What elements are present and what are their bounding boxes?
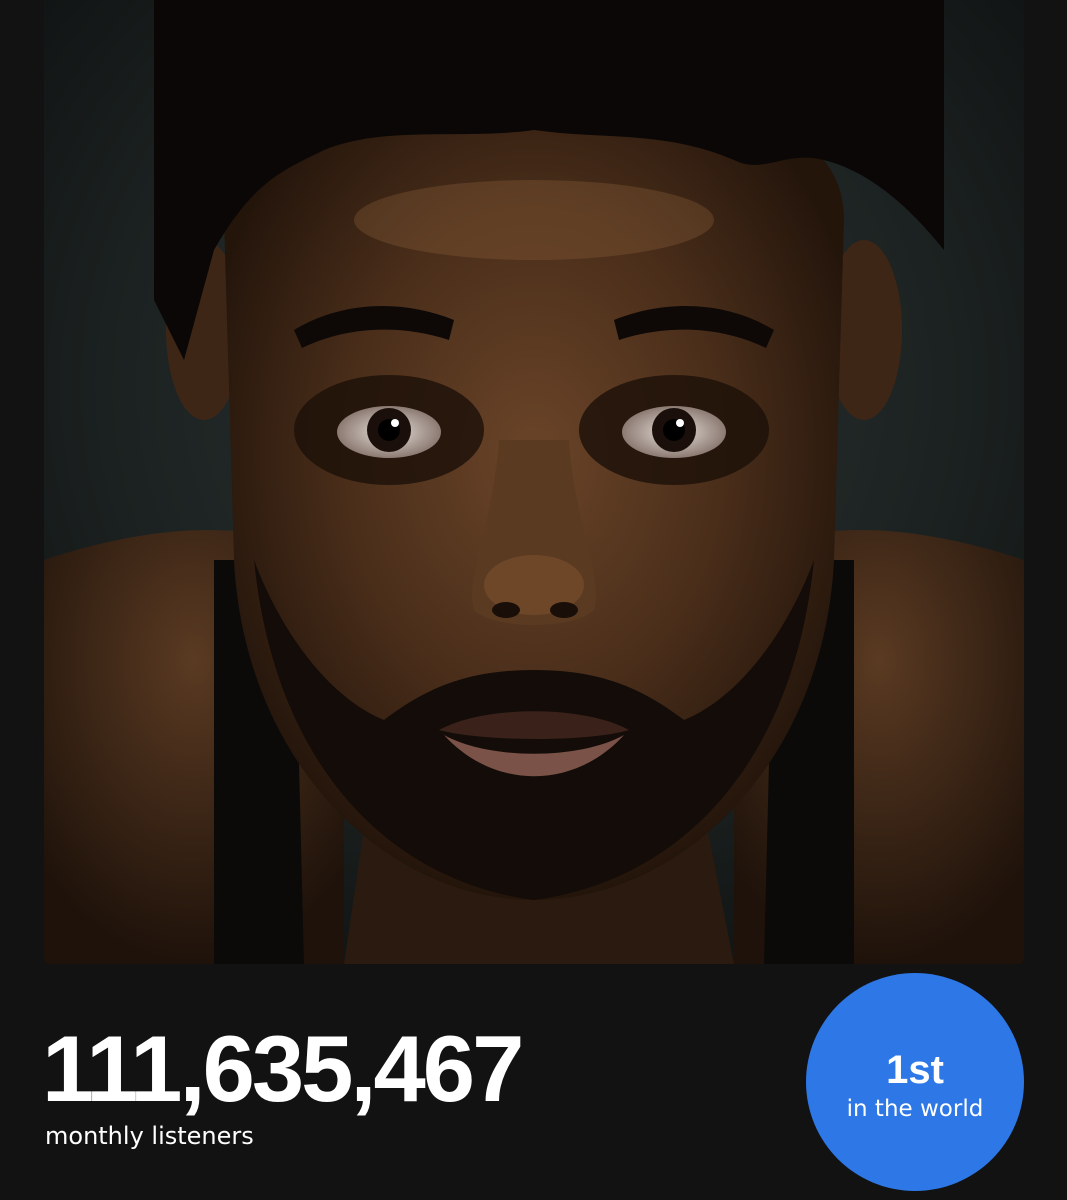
monthly-listeners-count: 111,635,467 (42, 1016, 524, 1121)
rank-label: in the world (846, 1095, 984, 1122)
artist-photo (44, 0, 1024, 964)
world-rank-badge: 1st in the world (806, 973, 1024, 1191)
rank-value: 1st (886, 1047, 944, 1092)
artist-portrait-image (44, 0, 1024, 964)
monthly-listeners-label: monthly listeners (45, 1122, 254, 1150)
